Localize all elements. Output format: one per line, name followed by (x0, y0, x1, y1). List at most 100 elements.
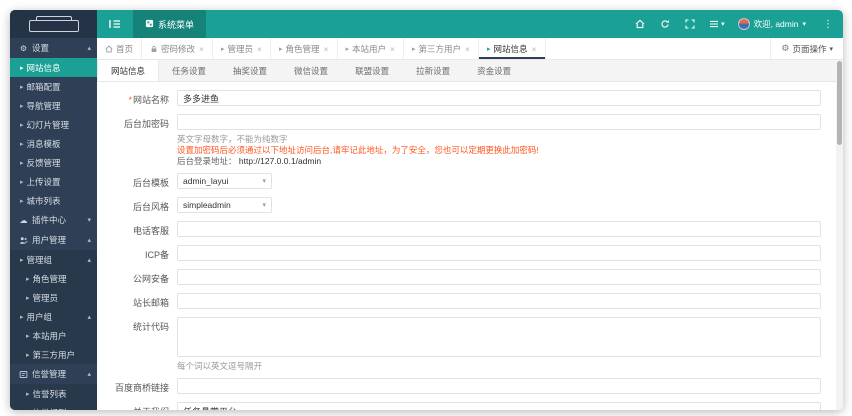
page-actions-dropdown[interactable]: ⚙ 页面操作 ▾ (770, 38, 843, 59)
form-row: 统计代码 (97, 317, 843, 359)
public-security-input[interactable] (177, 269, 821, 285)
tab-referral-settings[interactable]: 拉新设置 (403, 60, 464, 81)
sidebar-item-admins[interactable]: ▸ 管理员 (10, 288, 97, 307)
arrow-icon: ▸ (20, 159, 24, 167)
fullscreen-icon[interactable] (684, 18, 696, 30)
tab-home[interactable]: 首页 (97, 38, 143, 59)
field-label: 公网安备 (132, 274, 169, 284)
user-menu[interactable]: 欢迎, admin ▾ (737, 18, 806, 30)
select-value: simpleadmin (183, 200, 231, 210)
avatar (737, 18, 750, 30)
arrow-icon: ▸ (26, 294, 30, 302)
close-icon[interactable]: × (257, 44, 262, 54)
scrollbar[interactable] (836, 60, 843, 410)
required-star: * (128, 95, 132, 105)
system-menu-label: 系统菜单 (158, 19, 195, 30)
sidebar-item-label: 上传设置 (26, 176, 61, 187)
sidebar-item-reputation-list[interactable]: ▸ 信誉列表 (10, 384, 97, 403)
tab-site-info[interactable]: ▸ 网站信息 × (479, 38, 546, 59)
sidebar-item-settings[interactable]: ⚙ 设置 ▴ (10, 38, 97, 58)
arrow-icon: ▸ (487, 45, 491, 53)
tab-wechat-settings[interactable]: 微信设置 (281, 60, 342, 81)
icp-input[interactable] (177, 245, 821, 261)
sidebar-item-mail-config[interactable]: ▸ 邮箱配置 (10, 77, 97, 96)
sidebar-item-user-group[interactable]: ▸ 用户组 ▴ (10, 307, 97, 326)
sidebar-item-city-list[interactable]: ▸ 城市列表 (10, 191, 97, 210)
close-icon[interactable]: × (324, 44, 329, 54)
sidebar-item-reputation[interactable]: 信誉管理 ▴ (10, 364, 97, 384)
close-icon[interactable]: × (199, 44, 204, 54)
webmaster-email-input[interactable] (177, 293, 821, 309)
sidebar-item-role-manage[interactable]: ▸ 角色管理 (10, 269, 97, 288)
sidebar-item-reputation-rules[interactable]: ▸ 信誉规则 (10, 403, 97, 410)
sidebar-item-label: 网站信息 (26, 62, 61, 73)
admin-template-select[interactable]: admin_layui ▾ (177, 173, 272, 189)
logo-shape (29, 20, 79, 32)
sidebar-item-site-users[interactable]: ▸ 本站用户 (10, 326, 97, 345)
sidebar-item-label: 管理组 (26, 254, 53, 265)
layout-menu-icon[interactable]: ▾ (709, 19, 725, 29)
caret-up-icon: ▴ (87, 371, 91, 378)
tab-thirdparty-users[interactable]: ▸ 第三方用户 × (404, 38, 479, 59)
form-row: 公网安备 (97, 269, 843, 285)
sidebar-item-admin-group[interactable]: ▸ 管理组 ▴ (10, 250, 97, 269)
sidebar-item-site-info[interactable]: ▸ 网站信息 (10, 58, 97, 77)
site-name-input[interactable] (177, 90, 821, 106)
phone-service-input[interactable] (177, 221, 821, 237)
sidebar-item-label: 信誉规则 (33, 407, 91, 411)
form-row: 站长邮箱 (97, 293, 843, 309)
tab-password[interactable]: 密码修改 × (142, 38, 213, 59)
sidebar-item-plugins[interactable]: ☁ 插件中心 ▾ (10, 210, 97, 230)
close-icon[interactable]: × (532, 44, 537, 54)
tab-lottery-settings[interactable]: 抽奖设置 (220, 60, 281, 81)
admin-style-select[interactable]: simpleadmin ▾ (177, 197, 272, 213)
close-icon[interactable]: × (465, 44, 470, 54)
sidebar-item-nav-manage[interactable]: ▸ 导航管理 (10, 96, 97, 115)
arrow-icon: ▸ (26, 390, 30, 398)
tab-roles[interactable]: ▸ 角色管理 × (271, 38, 338, 59)
tab-label: 管理员 (227, 43, 254, 54)
tab-task-settings[interactable]: 任务设置 (159, 60, 220, 81)
chevron-down-icon: ▾ (721, 21, 725, 28)
refresh-icon[interactable] (659, 18, 671, 30)
arrow-icon: ▸ (20, 140, 24, 148)
logo (10, 10, 97, 38)
scrollbar-thumb[interactable] (837, 61, 842, 145)
form-row: 后台模板 admin_layui ▾ (97, 173, 843, 189)
admin-passcode-input[interactable] (177, 114, 821, 130)
sidebar-item-msg-template[interactable]: ▸ 消息模板 (10, 134, 97, 153)
field-label: 后台加密码 (123, 119, 169, 129)
baidu-bridge-input[interactable] (177, 378, 821, 394)
about-us-textarea[interactable]: 任务悬赏平台 (177, 402, 821, 410)
system-menu-tab[interactable]: 系统菜单 (133, 10, 207, 38)
sidebar-item-upload[interactable]: ▸ 上传设置 (10, 172, 97, 191)
sidebar-item-label: 信誉列表 (32, 388, 67, 399)
arrow-icon: ▸ (20, 102, 24, 110)
arrow-icon: ▸ (221, 45, 225, 53)
arrow-icon: ▸ (26, 409, 30, 411)
sidebar-item-user-manage[interactable]: 用户管理 ▴ (10, 230, 97, 250)
tab-website-info[interactable]: 网站信息 (97, 60, 160, 81)
sidebar-item-label: 邮箱配置 (26, 81, 61, 92)
more-icon[interactable]: ⋮ (819, 19, 837, 30)
close-icon[interactable]: × (390, 44, 395, 54)
tab-site-users[interactable]: ▸ 本站用户 × (338, 38, 404, 59)
tab-admins[interactable]: ▸ 管理员 × (213, 38, 271, 59)
reputation-icon (18, 370, 29, 379)
sidebar-toggle-icon[interactable] (97, 10, 133, 38)
sidebar-item-feedback[interactable]: ▸ 反馈管理 (10, 153, 97, 172)
tab-funds-settings[interactable]: 资金设置 (464, 60, 525, 81)
header-actions: ▾ 欢迎, admin ▾ ⋮ (634, 18, 843, 30)
arrow-icon: ▸ (26, 275, 30, 283)
home-icon[interactable] (634, 18, 646, 30)
sidebar-item-label: 导航管理 (26, 100, 61, 111)
sidebar-item-label: 城市列表 (26, 195, 61, 206)
stats-code-textarea[interactable] (177, 317, 821, 357)
page-actions-label: 页面操作 (792, 43, 827, 54)
tab-alliance-settings[interactable]: 联盟设置 (342, 60, 403, 81)
sidebar-item-slides[interactable]: ▸ 幻灯片管理 (10, 115, 97, 134)
open-tabs-bar: 首页 密码修改 × ▸ 管理员 × ▸ 角色管理 × ▸ 本站用户 × ▸ 第三… (97, 38, 843, 60)
admin-login-address: 后台登录地址： http://127.0.0.1/admin (177, 156, 821, 167)
sidebar-item-thirdparty-users[interactable]: ▸ 第三方用户 (10, 345, 97, 364)
caret-up-icon: ▴ (87, 45, 91, 52)
